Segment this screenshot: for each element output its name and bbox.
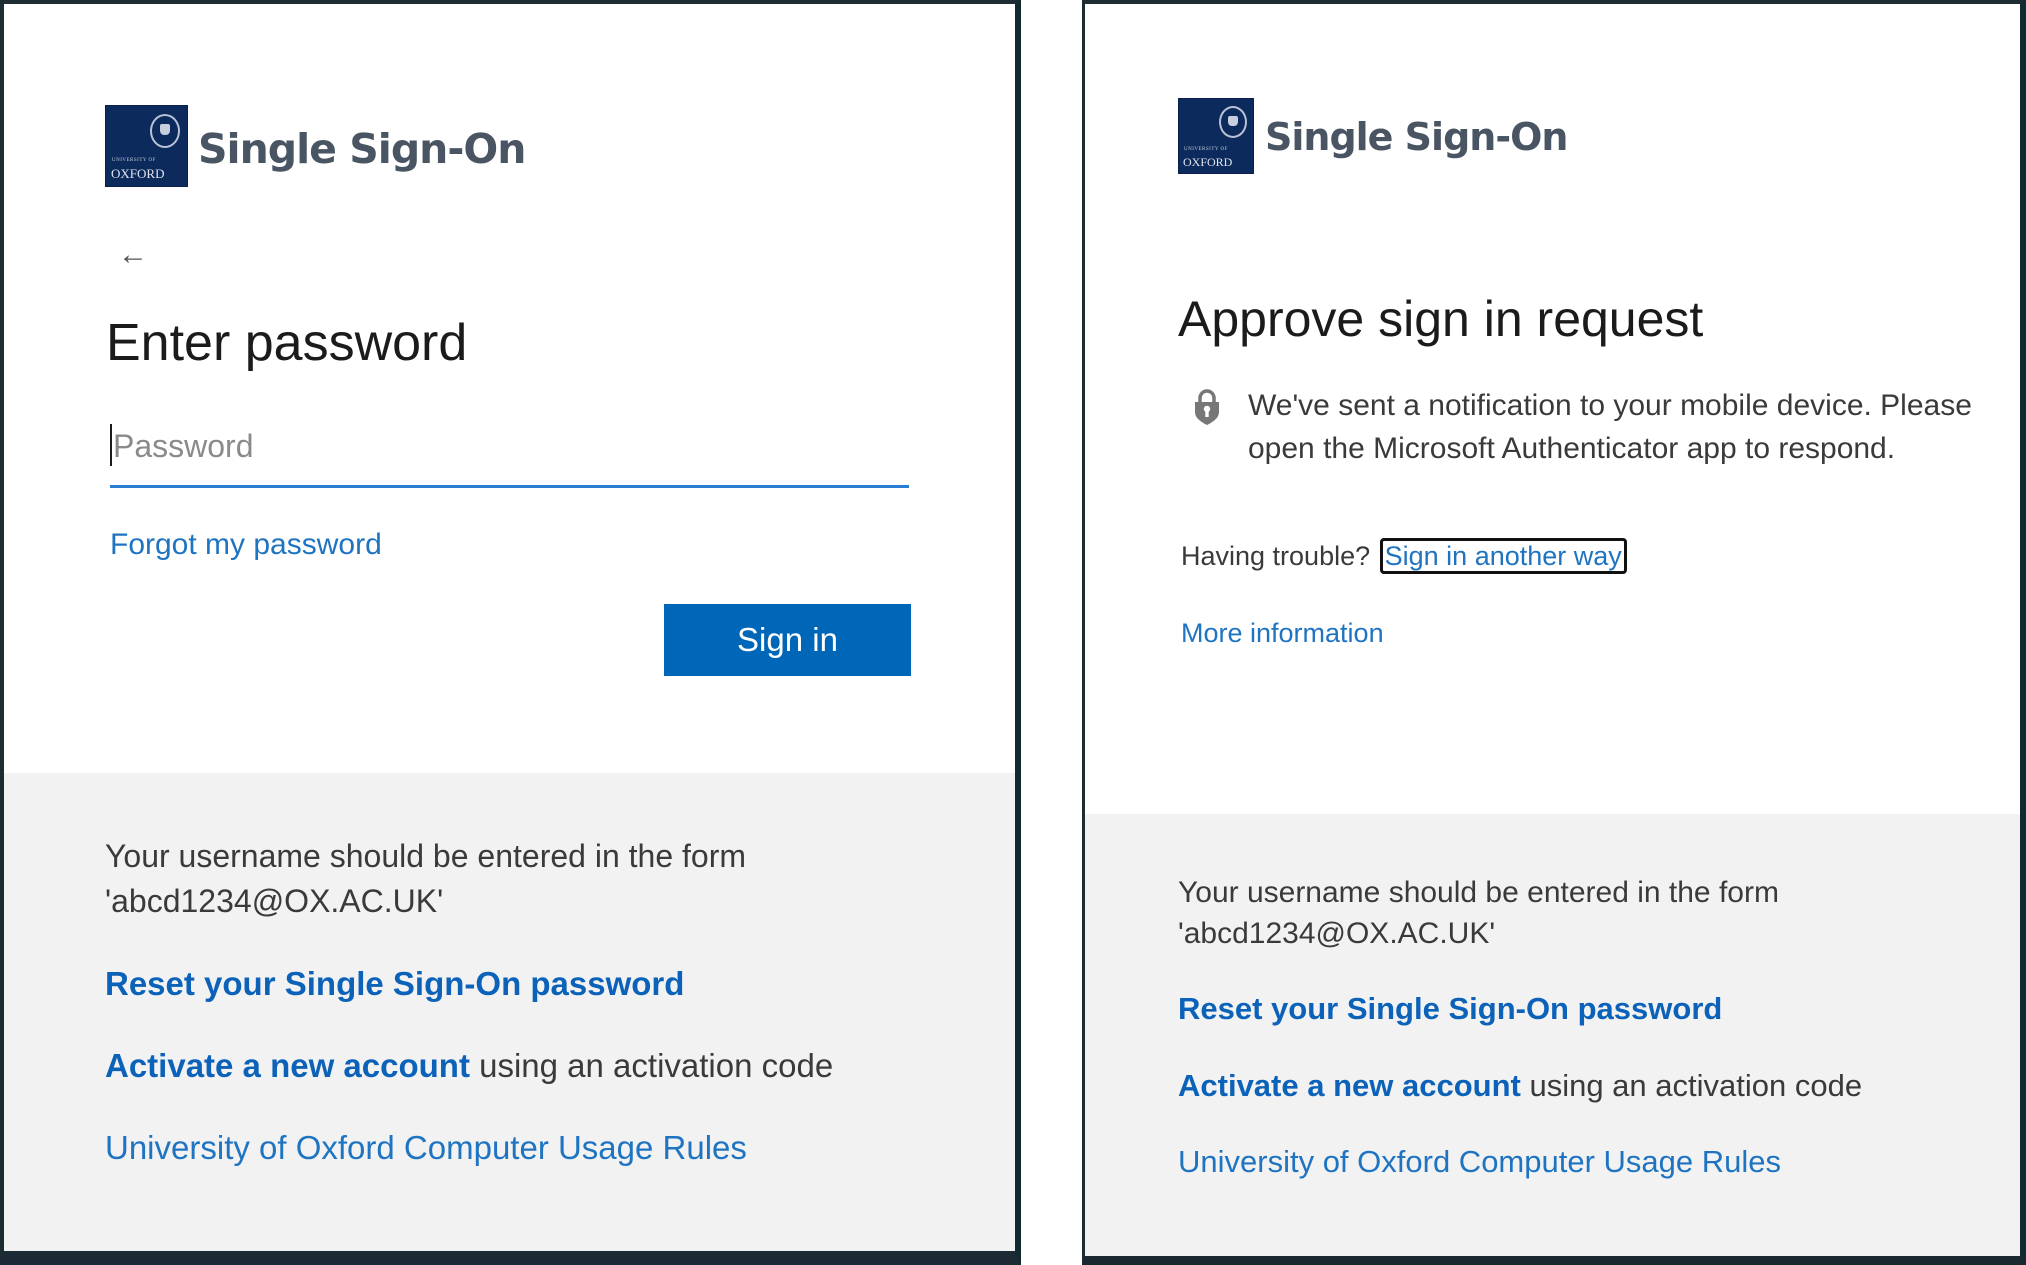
reset-password-link[interactable]: Reset your Single Sign-On password: [105, 965, 684, 1003]
enter-password-panel: UNIVERSITY OF OXFORD Single Sign-On ← En…: [0, 0, 1021, 1265]
page-heading: Enter password: [106, 314, 468, 372]
sign-in-another-way-link[interactable]: Sign in another way: [1379, 538, 1627, 574]
trouble-row: Having trouble? Sign in another way: [1181, 538, 1627, 574]
username-hint-line2: 'abcd1234@OX.AC.UK': [1178, 917, 1496, 950]
reset-password-link[interactable]: Reset your Single Sign-On password: [1178, 991, 1722, 1027]
logo-university-text: UNIVERSITY OF: [1184, 147, 1228, 152]
activate-account-row: Activate a new account using an activati…: [1178, 1068, 1862, 1104]
back-button[interactable]: ←: [118, 240, 148, 270]
password-input[interactable]: [110, 422, 909, 488]
usage-rules-link[interactable]: University of Oxford Computer Usage Rule…: [105, 1129, 747, 1167]
arrow-left-icon: ←: [118, 238, 148, 271]
activate-account-suffix: using an activation code: [469, 1047, 834, 1084]
username-hint-line1: Your username should be entered in the f…: [1178, 876, 1779, 909]
activate-account-link[interactable]: Activate a new account: [105, 1047, 470, 1084]
oxford-crest-icon: [1219, 106, 1247, 138]
approve-sign-in-panel: UNIVERSITY OF OXFORD Single Sign-On Appr…: [1082, 0, 2026, 1265]
oxford-logo: UNIVERSITY OF OXFORD: [1178, 98, 1254, 174]
page-heading: Approve sign in request: [1178, 291, 1704, 347]
more-information-link[interactable]: More information: [1181, 618, 1384, 649]
trouble-label: Having trouble?: [1181, 541, 1371, 571]
username-hint-line2: 'abcd1234@OX.AC.UK': [105, 883, 444, 919]
forgot-password-link[interactable]: Forgot my password: [110, 528, 382, 562]
brand-title: Single Sign-On: [1265, 115, 1568, 159]
activate-account-suffix: using an activation code: [1520, 1068, 1863, 1103]
footer: Your username should be entered in the f…: [4, 773, 1015, 1251]
oxford-crest-icon: [150, 114, 180, 148]
username-hint-line1: Your username should be entered in the f…: [105, 838, 746, 874]
notification-message: We've sent a notification to your mobile…: [1248, 389, 1972, 465]
activate-account-row: Activate a new account using an activati…: [105, 1047, 833, 1085]
logo-oxford-text: OXFORD: [1183, 155, 1233, 169]
activate-account-link[interactable]: Activate a new account: [1178, 1068, 1521, 1103]
usage-rules-link[interactable]: University of Oxford Computer Usage Rule…: [1178, 1144, 1781, 1180]
footer: Your username should be entered in the f…: [1085, 814, 2020, 1256]
brand-title: Single Sign-On: [198, 125, 526, 173]
logo-university-text: UNIVERSITY OF: [112, 158, 156, 163]
logo-oxford-text: OXFORD: [111, 166, 165, 181]
authenticator-lock-icon: [1195, 389, 1219, 425]
sign-in-button[interactable]: Sign in: [664, 604, 911, 676]
oxford-logo: UNIVERSITY OF OXFORD: [105, 105, 188, 187]
